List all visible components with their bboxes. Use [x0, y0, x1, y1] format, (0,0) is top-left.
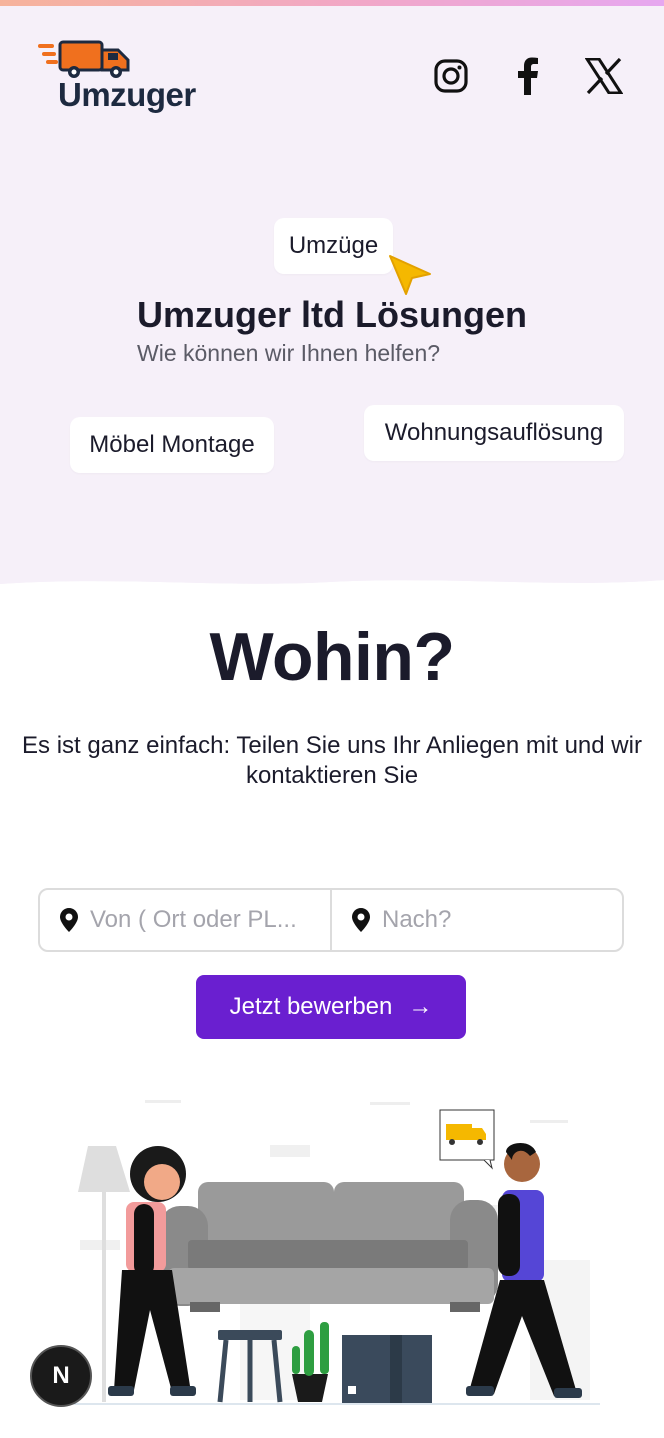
location-pin-icon [352, 908, 370, 932]
main-description: Es ist ganz einfach: Teilen Sie uns Ihr … [22, 732, 642, 789]
main-title: Wohin? [209, 619, 456, 695]
moving-couple-illustration [70, 1100, 600, 1405]
arrow-right-icon: → [408, 993, 433, 1020]
x-icon[interactable] [584, 56, 624, 96]
service-chip-umzuege[interactable]: Umzüge [274, 218, 393, 274]
submit-button[interactable]: Jetzt bewerben → [196, 975, 466, 1039]
from-field [40, 890, 330, 950]
facebook-icon[interactable] [508, 56, 548, 96]
instagram-icon[interactable] [431, 56, 471, 96]
route-search-form [38, 888, 624, 952]
location-pin-icon [60, 908, 78, 932]
service-chip-moebel-montage[interactable]: Möbel Montage [70, 417, 274, 473]
service-chip-wohnungsaufloesung[interactable]: Wohnungsauflösung [364, 405, 624, 461]
to-field [330, 890, 622, 950]
hero-title: Umzuger ltd Lösungen [137, 294, 527, 335]
brand-name: Umzuger [58, 76, 196, 113]
to-input[interactable] [382, 906, 602, 934]
hero-wave-divider [0, 574, 664, 596]
pointer-cursor-icon [389, 255, 431, 295]
nextjs-dev-badge[interactable]: N [30, 1345, 92, 1407]
from-input[interactable] [90, 906, 310, 934]
submit-button-label: Jetzt bewerben [229, 993, 393, 1020]
hero-subtitle: Wie können wir Ihnen helfen? [137, 340, 441, 366]
